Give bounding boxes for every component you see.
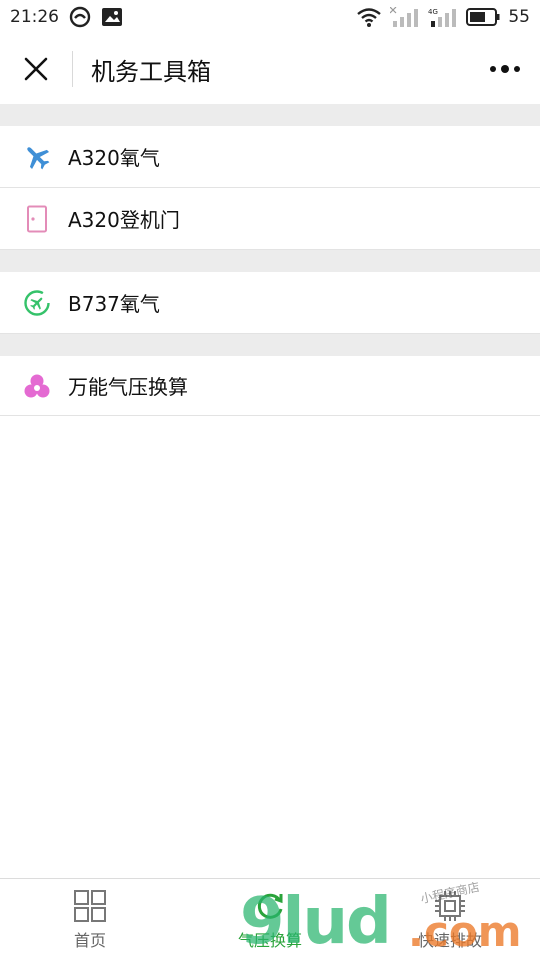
airplane-icon xyxy=(22,142,52,172)
list-item-label: A320氧气 xyxy=(68,146,160,170)
tab-label: 气压换算 xyxy=(237,930,302,950)
airplane-circle-icon xyxy=(22,288,52,318)
signal-4g-icon: 4G xyxy=(428,7,458,27)
list-item-a320-oxygen[interactable]: A320氧气 xyxy=(0,126,540,188)
nav-bar: 机务工具箱 xyxy=(0,34,540,104)
list-item-pressure-converter[interactable]: 万能气压换算 xyxy=(0,356,540,416)
image-notification-icon xyxy=(101,7,123,27)
section-gap xyxy=(0,334,540,356)
tab-label: 首页 xyxy=(73,930,106,950)
nav-divider xyxy=(72,51,73,87)
grid-icon xyxy=(74,889,106,922)
list-item-label: 万能气压换算 xyxy=(68,375,188,399)
signal-empty-icon xyxy=(390,7,420,27)
door-icon xyxy=(22,204,52,234)
status-bar: 21:26 4G 55 xyxy=(0,0,540,34)
close-button[interactable] xyxy=(0,34,72,104)
wifi-icon xyxy=(356,7,382,27)
list-item-label: A320登机门 xyxy=(68,208,180,232)
tool-list: A320氧气 A320登机门 B737氧气 万能气压换算 xyxy=(0,104,540,416)
list-item-label: B737氧气 xyxy=(68,292,160,316)
three-circles-icon xyxy=(22,371,52,401)
status-time: 21:26 xyxy=(10,7,59,27)
tab-home[interactable]: 首页 xyxy=(0,879,180,960)
tab-pressure-conversion[interactable]: 气压换算 xyxy=(180,879,360,960)
svg-text:4G: 4G xyxy=(428,8,438,16)
page-title: 机务工具箱 xyxy=(91,57,211,86)
tab-label: 快速排故 xyxy=(417,930,482,950)
chip-icon xyxy=(435,890,465,921)
refresh-icon xyxy=(257,893,283,919)
tab-quick-troubleshoot[interactable]: 快速排故 xyxy=(360,879,540,960)
list-item-a320-door[interactable]: A320登机门 xyxy=(0,188,540,250)
battery-level: 55 xyxy=(508,7,530,27)
app-notification-icon xyxy=(69,6,91,28)
tab-bar: 首页 气压换算 快速排故 xyxy=(0,878,540,960)
list-item-b737-oxygen[interactable]: B737氧气 xyxy=(0,272,540,334)
more-button[interactable] xyxy=(470,34,540,104)
section-gap xyxy=(0,250,540,272)
more-icon xyxy=(490,65,520,73)
battery-icon xyxy=(466,8,500,26)
section-gap xyxy=(0,104,540,126)
close-icon xyxy=(24,57,48,81)
